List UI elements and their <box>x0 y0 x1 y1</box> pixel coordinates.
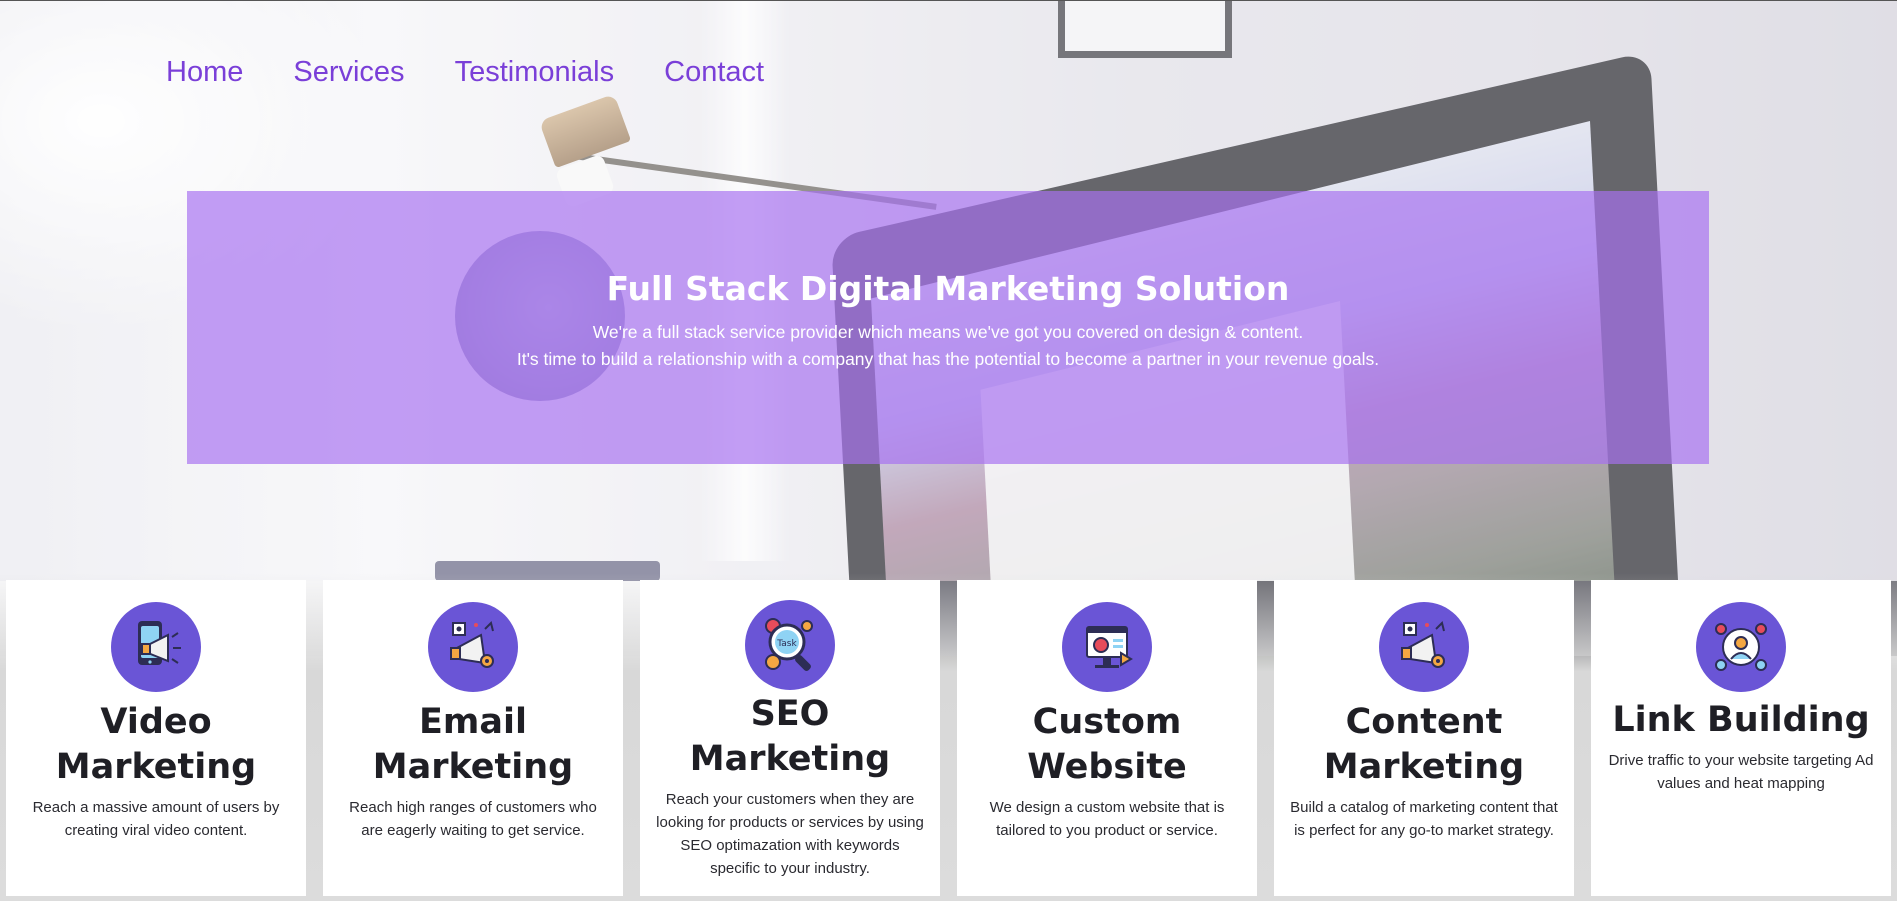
main-nav: Home Services Testimonials Contact <box>166 56 764 89</box>
hero-subtitle-line-1: We're a full stack service provider whic… <box>592 322 1304 342</box>
service-title: Email Marketing <box>372 702 574 787</box>
service-description: Reach a massive amount of users by creat… <box>32 799 280 839</box>
nav-home-link[interactable]: Home <box>166 56 243 89</box>
service-title: Video Marketing <box>55 702 257 787</box>
service-description: Reach high ranges of customers who are e… <box>349 799 597 839</box>
service-description: Drive traffic to your website targeting … <box>1608 752 1874 792</box>
hero-subtitle-line-2: It's time to build a relationship with a… <box>516 349 1380 369</box>
nav-services-link[interactable]: Services <box>293 56 404 89</box>
email-marketing-icon <box>428 602 518 692</box>
link-building-icon <box>1696 602 1786 692</box>
service-description: We design a custom website that is tailo… <box>989 799 1225 839</box>
hero-title: Full Stack Digital Marketing Solution <box>606 269 1290 308</box>
custom-website-icon <box>1062 602 1152 692</box>
service-title: Custom Website <box>1027 702 1187 787</box>
seo-task-icon: Task <box>745 600 835 690</box>
service-title: Content Marketing <box>1323 702 1525 787</box>
service-card-custom-website[interactable]: Custom Website We design a custom websit… <box>957 580 1257 896</box>
service-card-content-marketing[interactable]: Content Marketing Build a catalog of mar… <box>1274 580 1574 896</box>
svg-text:Task: Task <box>776 639 797 649</box>
video-marketing-icon <box>111 602 201 692</box>
service-card-email-marketing[interactable]: Email Marketing Reach high ranges of cus… <box>323 580 623 896</box>
service-card-seo-marketing[interactable]: Task SEO Marketing Reach your customers … <box>640 580 940 896</box>
service-description: Reach your customers when they are looki… <box>656 791 924 877</box>
service-card-video-marketing[interactable]: Video Marketing Reach a massive amount o… <box>6 580 306 896</box>
hero-banner: Full Stack Digital Marketing Solution We… <box>187 191 1709 464</box>
service-title: Link Building <box>1612 700 1870 740</box>
content-marketing-icon <box>1379 602 1469 692</box>
service-description: Build a catalog of marketing content tha… <box>1290 799 1558 839</box>
nav-testimonials-link[interactable]: Testimonials <box>455 56 615 89</box>
page: Home Services Testimonials Contact Full … <box>0 0 1897 901</box>
service-title: SEO Marketing <box>689 694 891 779</box>
service-card-link-building[interactable]: Link Building Drive traffic to your webs… <box>1591 580 1891 896</box>
nav-contact-link[interactable]: Contact <box>664 56 764 89</box>
